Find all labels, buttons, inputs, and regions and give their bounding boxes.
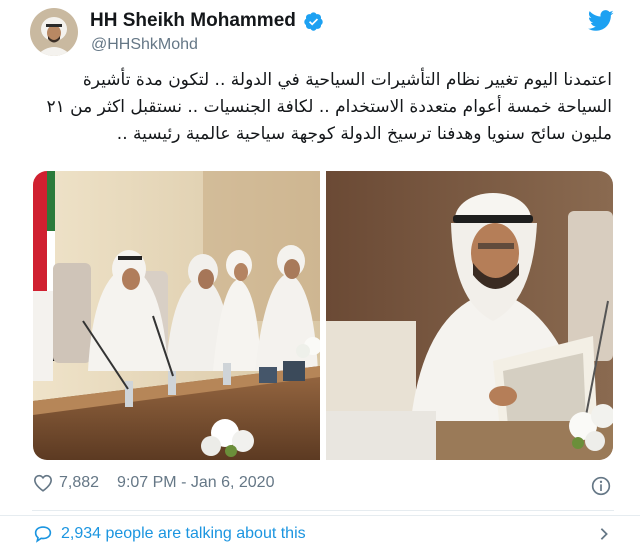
verified-badge-icon [304, 11, 323, 31]
tweet-text-line: اعتمدنا اليوم تغيير نظام التأشيرات السيا… [82, 70, 612, 90]
author-display-name[interactable]: HH Sheikh Mohammed [90, 10, 296, 32]
conversation-link[interactable]: 2,934 people are talking about this [33, 525, 306, 543]
conversation-count-text[interactable]: 2,934 people are talking about this [61, 525, 306, 543]
avatar[interactable] [30, 8, 78, 56]
tweet-photos [33, 171, 613, 460]
info-icon[interactable] [591, 476, 611, 496]
author-name-row[interactable]: HH Sheikh Mohammed [90, 10, 324, 32]
tweet-text-line: السياحة خمسة أعوام متعددة الاستخدام .. ل… [46, 97, 613, 117]
tweet-text: اعتمدنا اليوم تغيير نظام التأشيرات السيا… [40, 67, 613, 148]
like-count[interactable]: 7,882 [59, 474, 99, 492]
tweet-meta: 7,882 9:07 PM - Jan 6, 2020 [33, 474, 274, 492]
embedded-tweet-card: HH Sheikh Mohammed @HHShkMohd اعتمدنا ال… [0, 0, 640, 515]
divider [32, 510, 614, 511]
tweet-media[interactable] [33, 171, 613, 460]
twitter-bird-icon[interactable] [588, 10, 614, 32]
avatar-image [30, 8, 78, 56]
tweet-timestamp[interactable]: 9:07 PM - Jan 6, 2020 [117, 474, 274, 492]
speech-bubble-icon [34, 526, 52, 543]
chevron-right-icon[interactable] [598, 527, 610, 541]
heart-icon[interactable] [33, 474, 53, 492]
cabinet-meeting-photo-right [326, 171, 613, 460]
tweet-text-line: مليون سائح سنويا وهدفنا ترسيخ الدولة كوج… [116, 124, 612, 144]
author-handle[interactable]: @HHShkMohd [91, 36, 198, 54]
conversation-footer[interactable]: 2,934 people are talking about this [0, 515, 640, 550]
cabinet-meeting-photo-left [33, 171, 322, 460]
